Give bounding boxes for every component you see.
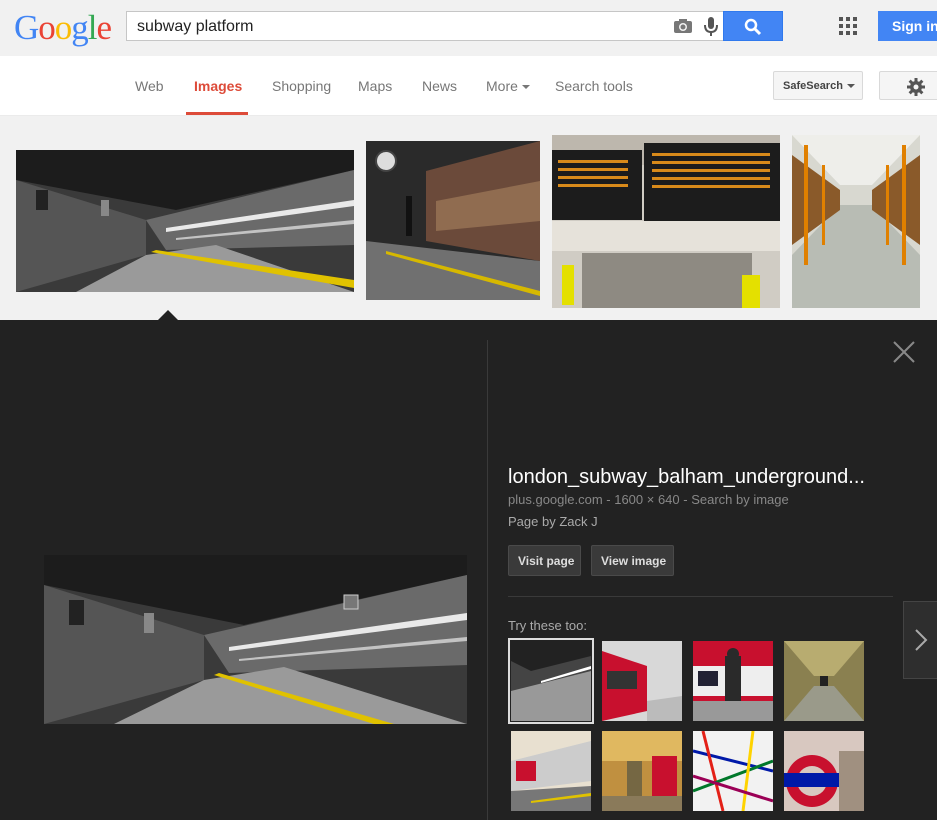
tab-shopping[interactable]: Shopping [272,78,331,94]
related-image-6[interactable] [602,731,682,811]
related-image-5[interactable] [511,731,591,811]
tab-search-tools[interactable]: Search tools [555,78,633,94]
related-image-7[interactable] [693,731,773,811]
tab-images[interactable]: Images [194,78,242,94]
selection-pointer [158,310,178,320]
safesearch-button[interactable]: SafeSearch [773,71,863,100]
related-image-3[interactable] [693,641,773,721]
image-meta: plus.google.com - 1600 × 640 - Search by… [508,492,789,507]
close-icon[interactable] [893,341,915,363]
camera-icon[interactable] [673,18,693,34]
chevron-down-icon [521,85,530,90]
panel-divider [487,340,488,820]
search-input[interactable]: subway platform [126,11,723,41]
tab-maps[interactable]: Maps [358,78,392,94]
result-image-balham-platform[interactable] [16,150,354,292]
apps-grid-icon[interactable] [839,17,857,35]
microphone-icon[interactable] [703,16,719,37]
search-nav-bar: Web Images Shopping Maps News More Searc… [0,56,937,116]
tab-more[interactable]: More [486,78,530,94]
top-bar: Google subway platform Sign in [0,0,937,56]
logo-letter: o [38,8,55,47]
logo-letter: e [96,8,113,47]
chevron-down-icon [846,84,855,89]
sign-in-button[interactable]: Sign in [878,11,937,41]
active-tab-indicator [186,112,248,115]
tab-news[interactable]: News [422,78,457,94]
related-image-4[interactable] [784,641,864,721]
gear-icon [907,78,925,96]
image-page-author: Page by Zack J [508,514,598,529]
section-divider [508,596,893,597]
result-image-train-interior[interactable] [792,135,920,308]
related-image-2[interactable] [602,641,682,721]
logo-letter: o [54,8,72,47]
safesearch-label: SafeSearch [783,80,843,92]
visit-page-button[interactable]: Visit page [508,545,581,576]
next-image-button[interactable] [903,601,937,679]
search-query-text: subway platform [137,18,254,35]
view-image-button[interactable]: View image [591,545,674,576]
logo-letter: g [71,8,88,47]
related-images-label: Try these too: [508,618,587,633]
result-image-motion-train[interactable] [366,141,540,300]
google-logo[interactable]: Google [14,8,113,48]
logo-letter: G [14,8,39,47]
chevron-right-icon [915,629,928,651]
related-image-8[interactable] [784,731,864,811]
preview-image[interactable] [44,555,467,724]
search-button[interactable] [723,11,783,41]
related-image-1[interactable] [508,638,594,724]
result-image-departure-board[interactable] [552,135,780,308]
settings-button[interactable] [879,71,937,100]
search-icon [744,18,762,36]
tab-more-label: More [486,78,518,94]
image-title[interactable]: london_subway_balham_underground... [508,466,898,489]
image-detail-panel: london_subway_balham_underground... plus… [0,320,937,820]
logo-letter: l [87,8,98,47]
tab-web[interactable]: Web [135,78,164,94]
